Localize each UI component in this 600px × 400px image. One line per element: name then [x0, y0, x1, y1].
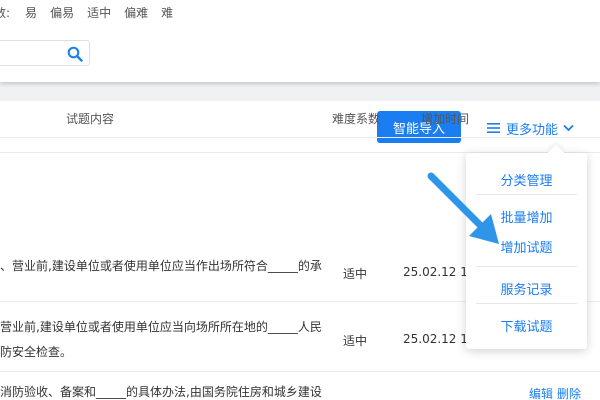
menu-divider: [476, 194, 577, 195]
question-date: 25.02.12 1(: [403, 332, 473, 346]
delete-link[interactable]: 删除: [557, 385, 581, 400]
difficulty-option-medium[interactable]: 适中: [87, 4, 111, 21]
more-functions-dropdown: 分类管理 批量增加 增加试题 服务记录 下载试题: [466, 144, 587, 349]
menu-item-service-records[interactable]: 服务记录: [476, 279, 577, 298]
difficulty-label: 数:: [0, 5, 11, 20]
filter-panel: 数: 易 偏易 适中 偏难 难: [0, 0, 600, 82]
menu-divider: [476, 303, 577, 304]
menu-item-category-management[interactable]: 分类管理: [476, 170, 577, 189]
column-header-content: 试题内容: [66, 112, 115, 126]
difficulty-option-fairly-hard[interactable]: 偏难: [124, 4, 148, 21]
question-difficulty: 适中: [343, 267, 368, 281]
menu-item-download-questions[interactable]: 下载试题: [476, 316, 577, 335]
question-content-line-2: 防安全检查。: [0, 345, 73, 359]
column-header-added-time: 增加时间: [421, 112, 470, 126]
search-icon[interactable]: [67, 46, 83, 62]
edit-link[interactable]: 编辑: [529, 385, 553, 400]
difficulty-filter: 数: 易 偏易 适中 偏难 难: [0, 4, 186, 20]
question-content: 营业前,建设单位或者使用单位应当向场所所在地的_____人民: [0, 320, 322, 334]
question-date: 25.02.12 1(: [403, 265, 473, 279]
difficulty-option-fairly-easy[interactable]: 偏易: [50, 4, 74, 21]
column-header-difficulty: 难度系数: [332, 112, 381, 126]
question-content: 消防验收、备案和_____的具体办法,由国务院住房和城乡建设: [0, 385, 322, 399]
difficulty-option-easy[interactable]: 易: [25, 4, 37, 21]
table-header: 试题内容 难度系数 增加时间: [0, 96, 600, 138]
search-input[interactable]: [0, 41, 65, 65]
menu-divider: [476, 266, 577, 267]
search-box: [0, 40, 90, 66]
menu-item-batch-add[interactable]: 批量增加: [476, 207, 577, 226]
table-row[interactable]: 消防验收、备案和_____的具体办法,由国务院住房和城乡建设 编辑 删除: [0, 372, 600, 400]
difficulty-option-hard[interactable]: 难: [161, 4, 173, 21]
menu-item-add-question[interactable]: 增加试题: [476, 237, 577, 256]
question-content: 、营业前,建设单位或者使用单位应当作出场所符合_____的承: [0, 259, 322, 273]
question-difficulty: 适中: [343, 334, 368, 348]
